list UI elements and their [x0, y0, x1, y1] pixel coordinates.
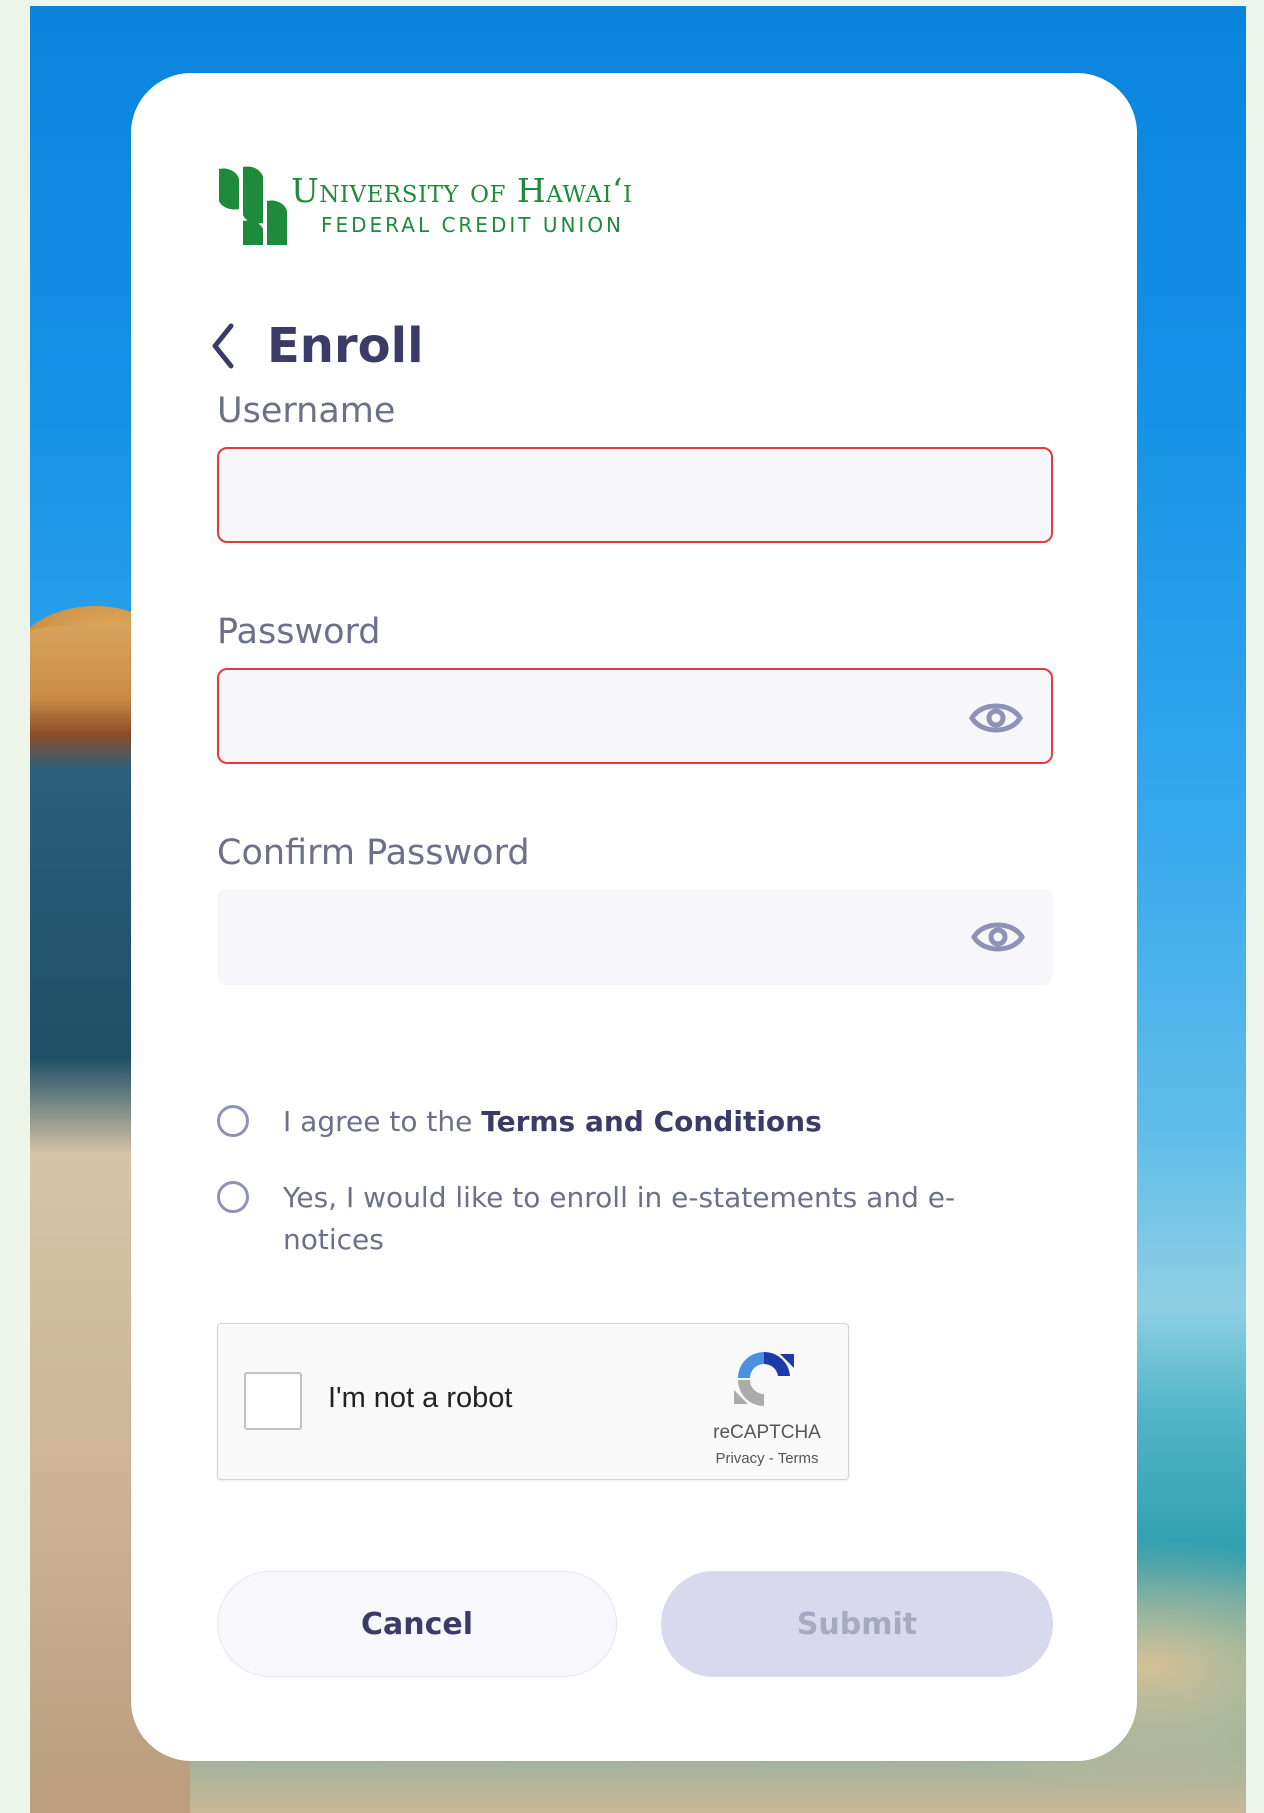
username-label: Username — [217, 391, 396, 431]
recaptcha-separator: - — [764, 1450, 778, 1467]
recaptcha-links: Privacy - Terms — [702, 1450, 832, 1467]
confirm-password-label: Confirm Password — [217, 833, 530, 873]
credit-union-logo: University of Hawai‘i FEDERAL CREDIT UNI… — [217, 165, 677, 257]
terms-text: I agree to the Terms and Conditions — [283, 1101, 983, 1143]
password-field — [217, 668, 1053, 764]
username-field — [217, 447, 1053, 543]
password-input[interactable] — [219, 670, 1051, 762]
recaptcha-brand: reCAPTCHA — [713, 1422, 821, 1443]
logo-name: University of Hawai‘i — [291, 171, 633, 210]
recaptcha-privacy-link[interactable]: Privacy — [715, 1450, 764, 1467]
logo-subtitle: FEDERAL CREDIT UNION — [321, 213, 625, 237]
username-input[interactable] — [219, 449, 1051, 541]
estatements-radio[interactable] — [217, 1181, 249, 1213]
eye-icon[interactable] — [969, 696, 1023, 740]
recaptcha-terms-link[interactable]: Terms — [778, 1450, 819, 1467]
recaptcha-checkbox[interactable] — [244, 1372, 302, 1430]
confirm-password-field — [217, 889, 1053, 985]
back-header: Enroll — [209, 318, 424, 374]
eye-icon[interactable] — [971, 915, 1025, 959]
terms-option[interactable]: I agree to the Terms and Conditions — [217, 1101, 983, 1143]
recaptcha-logo-icon — [734, 1351, 794, 1406]
confirm-password-input[interactable] — [217, 889, 1053, 985]
terms-prefix: I agree to the — [283, 1105, 482, 1138]
chevron-left-icon[interactable] — [209, 322, 237, 370]
estatements-text: Yes, I would like to enroll in e-stateme… — [283, 1181, 956, 1256]
cancel-button[interactable]: Cancel — [217, 1571, 617, 1677]
recaptcha-widget: I'm not a robot reCAPTCHA Privacy - Term… — [217, 1323, 849, 1480]
enroll-card: University of Hawai‘i FEDERAL CREDIT UNI… — [131, 73, 1137, 1761]
recaptcha-label: I'm not a robot — [328, 1382, 513, 1414]
submit-button[interactable]: Submit — [661, 1571, 1053, 1677]
password-label: Password — [217, 612, 381, 652]
estatements-option[interactable]: Yes, I would like to enroll in e-stateme… — [217, 1177, 983, 1261]
terms-radio[interactable] — [217, 1105, 249, 1137]
terms-link[interactable]: Terms and Conditions — [481, 1105, 822, 1138]
logo-mark-icon — [219, 166, 287, 245]
page-title: Enroll — [267, 318, 424, 374]
